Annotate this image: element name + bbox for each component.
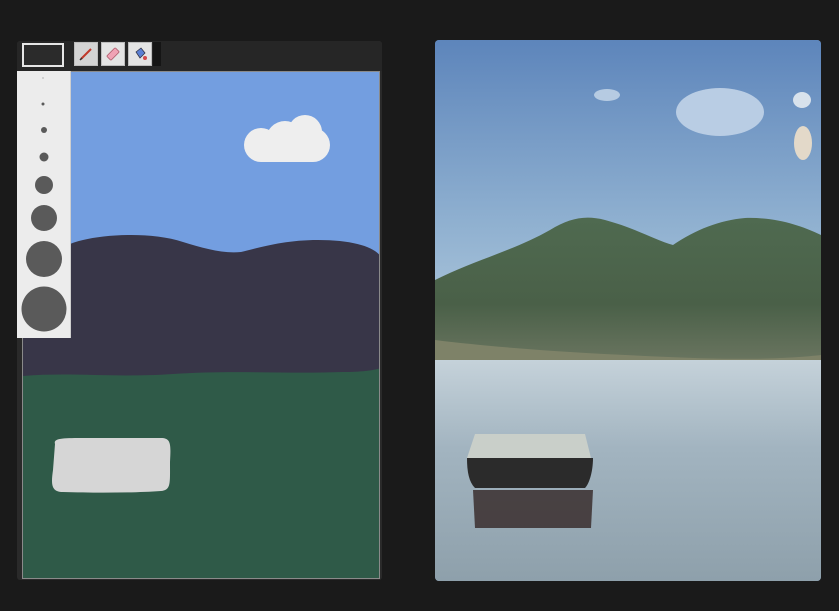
sketch-drawing	[23, 72, 379, 578]
boat-interior	[467, 434, 591, 458]
brush-size-option[interactable]	[41, 127, 47, 133]
drawing-toolbar	[17, 41, 382, 71]
cloud	[676, 88, 764, 136]
boat-reflection	[473, 490, 593, 528]
fill-tool-button[interactable]	[128, 42, 152, 66]
brush-size-option[interactable]	[26, 241, 62, 277]
brush-size-option[interactable]	[41, 102, 45, 106]
brush-size-option[interactable]	[42, 77, 44, 79]
eraser-icon	[106, 47, 120, 61]
brush-size-option[interactable]	[39, 152, 49, 162]
brush-size-option[interactable]	[31, 205, 57, 231]
color-picker-button[interactable]	[22, 43, 64, 67]
pencil-icon	[79, 48, 92, 61]
cloud	[594, 89, 620, 101]
boat-hull	[467, 458, 593, 488]
generated-image-panel	[435, 40, 821, 581]
paint-bucket-icon	[135, 47, 147, 60]
brush-size-panel	[17, 71, 71, 338]
generated-landscape-image	[435, 40, 821, 581]
cloud	[793, 92, 811, 108]
toolbar-edge	[153, 42, 161, 66]
cloud	[794, 126, 812, 160]
boat-shape	[52, 438, 171, 493]
drawing-canvas[interactable]	[22, 71, 380, 579]
brush-size-option[interactable]	[35, 176, 53, 194]
eraser-tool-button[interactable]	[101, 42, 125, 66]
pencil-tool-button[interactable]	[74, 42, 98, 66]
brush-size-option[interactable]	[21, 286, 67, 332]
